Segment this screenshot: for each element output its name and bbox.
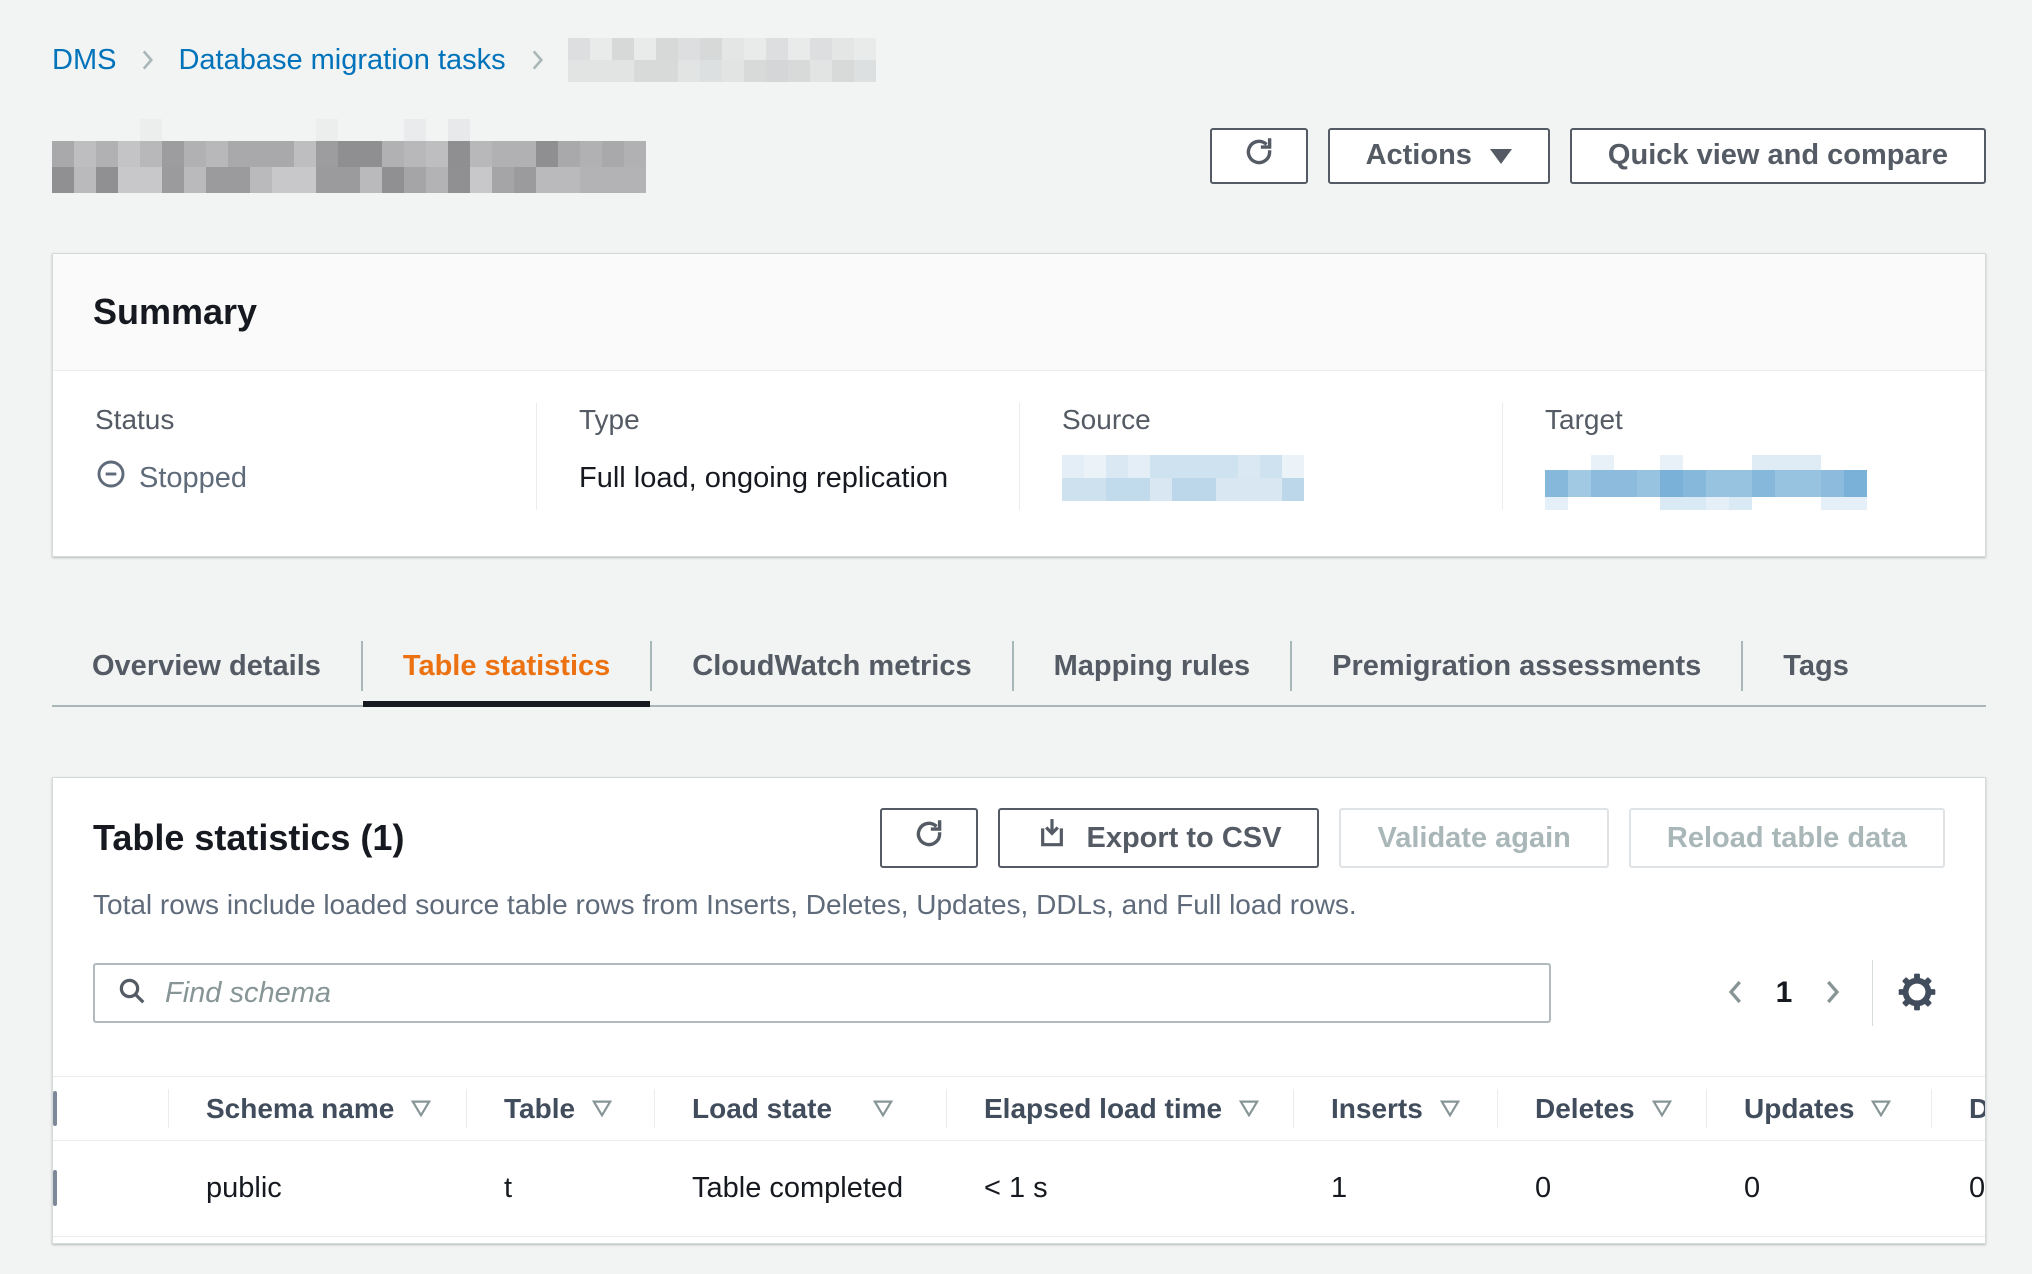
- sort-icon: [410, 1093, 432, 1125]
- quick-view-compare-button[interactable]: Quick view and compare: [1570, 128, 1986, 184]
- breadcrumb-link-dms[interactable]: DMS: [52, 44, 116, 77]
- previous-page-button[interactable]: [1712, 969, 1760, 1017]
- schema-search: [93, 963, 1551, 1023]
- row-checkbox[interactable]: [53, 1170, 57, 1206]
- chevron-left-icon: [1721, 977, 1751, 1010]
- validate-again-button[interactable]: Validate again: [1339, 808, 1608, 868]
- column-header-elapsed-load-time[interactable]: Elapsed load time: [946, 1077, 1293, 1141]
- summary-grid: Status Stopped Type Full load, ongoing r…: [53, 371, 1985, 556]
- settings-gear-button[interactable]: [1889, 965, 1945, 1021]
- summary-title: Summary: [93, 290, 1945, 334]
- table-statistics-table: Schema name Table Load state Elapse: [53, 1076, 1985, 1243]
- search-icon: [117, 976, 147, 1011]
- export-to-csv-label: Export to CSV: [1086, 822, 1281, 855]
- current-page-number: 1: [1760, 976, 1808, 1010]
- table-row: public t Table completed < 1 s 1 0 0 0: [53, 1141, 1986, 1237]
- pagination: 1: [1712, 960, 1945, 1026]
- summary-field-type: Type Full load, ongoing replication: [536, 403, 1019, 510]
- page-title-redacted: [52, 119, 646, 193]
- tab-bar: Overview details Table statistics CloudW…: [52, 627, 1986, 707]
- tab-cloudwatch-metrics[interactable]: CloudWatch metrics: [652, 627, 1011, 705]
- status-text: Stopped: [139, 461, 247, 495]
- sort-icon: [1870, 1093, 1892, 1125]
- refresh-button[interactable]: [1210, 128, 1308, 184]
- table-refresh-button[interactable]: [880, 808, 978, 868]
- table-statistics-description: Total rows include loaded source table r…: [93, 888, 1945, 922]
- gear-icon: [1895, 970, 1939, 1017]
- column-header-load-state[interactable]: Load state: [654, 1077, 946, 1141]
- column-header-ddls[interactable]: DDLs: [1931, 1077, 1986, 1141]
- refresh-icon: [1242, 135, 1276, 177]
- sort-icon: [1238, 1093, 1260, 1125]
- cell-schema-name: public: [168, 1141, 466, 1237]
- column-header-deletes[interactable]: Deletes: [1497, 1077, 1706, 1141]
- redaction-mosaic: [52, 141, 646, 193]
- sort-icon: [1651, 1093, 1673, 1125]
- cell-elapsed-load-time: < 1 s: [946, 1141, 1293, 1237]
- sort-icon: [591, 1093, 613, 1125]
- chevron-right-icon: [524, 47, 550, 73]
- header-actions: Actions Quick view and compare: [1210, 128, 1986, 184]
- summary-field-status: Status Stopped: [53, 403, 536, 510]
- chevron-right-icon: [134, 47, 160, 73]
- column-header-inserts[interactable]: Inserts: [1293, 1077, 1497, 1141]
- field-label: Source: [1062, 403, 1502, 437]
- refresh-icon: [912, 817, 946, 859]
- cell-table: t: [466, 1141, 654, 1237]
- export-to-csv-button[interactable]: Export to CSV: [998, 808, 1319, 868]
- page-header: Actions Quick view and compare: [52, 118, 1986, 193]
- summary-field-target: Target: [1502, 403, 1985, 510]
- search-input[interactable]: [163, 976, 1527, 1011]
- redaction-mosaic: [52, 119, 646, 141]
- table-statistics-panel: Table statistics (1) Export to CSV Valid…: [52, 777, 1986, 1244]
- column-header-updates[interactable]: Updates: [1706, 1077, 1931, 1141]
- column-header-schema-name[interactable]: Schema name: [168, 1077, 466, 1141]
- field-label: Type: [579, 403, 1019, 437]
- stopped-icon: [95, 458, 127, 498]
- tab-tags[interactable]: Tags: [1743, 627, 1889, 705]
- tab-overview-details[interactable]: Overview details: [52, 627, 361, 705]
- field-label: Target: [1545, 403, 1985, 437]
- tab-table-statistics[interactable]: Table statistics: [363, 627, 650, 705]
- sort-icon: [872, 1093, 894, 1125]
- status-badge: Stopped: [95, 455, 536, 501]
- cell-inserts: 1: [1293, 1141, 1497, 1237]
- summary-panel-header: Summary: [53, 254, 1985, 371]
- tab-premigration-assessments[interactable]: Premigration assessments: [1292, 627, 1741, 705]
- tab-mapping-rules[interactable]: Mapping rules: [1014, 627, 1291, 705]
- cell-ddls: 0: [1931, 1141, 1986, 1237]
- reload-table-data-button[interactable]: Reload table data: [1629, 808, 1945, 868]
- select-all-checkbox[interactable]: [53, 1091, 57, 1126]
- summary-panel: Summary Status Stopped Type Full load, o…: [52, 253, 1986, 557]
- cell-deletes: 0: [1497, 1141, 1706, 1237]
- table-statistics-title: Table statistics (1): [93, 816, 404, 860]
- caret-down-icon: [1490, 139, 1512, 172]
- breadcrumb: DMS Database migration tasks: [52, 38, 1986, 82]
- table-header-row: Schema name Table Load state Elapse: [53, 1077, 1986, 1141]
- actions-menu-label: Actions: [1366, 139, 1472, 172]
- table-statistics-actions: Export to CSV Validate again Reload tabl…: [880, 808, 1945, 868]
- column-header-table[interactable]: Table: [466, 1077, 654, 1141]
- source-redacted-link[interactable]: [1062, 455, 1304, 501]
- target-redacted-link[interactable]: [1545, 455, 1867, 510]
- cell-updates: 0: [1706, 1141, 1931, 1237]
- download-icon: [1036, 818, 1068, 858]
- chevron-right-icon: [1817, 977, 1847, 1010]
- breadcrumb-link-migration-tasks[interactable]: Database migration tasks: [178, 44, 505, 77]
- summary-field-source: Source: [1019, 403, 1502, 510]
- cell-load-state: Table completed: [654, 1141, 946, 1237]
- field-label: Status: [95, 403, 536, 437]
- dms-task-page: DMS Database migration tasks Actions: [0, 0, 2032, 1244]
- toolbar-divider: [1872, 960, 1873, 1026]
- sort-icon: [1439, 1093, 1461, 1125]
- next-page-button[interactable]: [1808, 969, 1856, 1017]
- breadcrumb-redacted-task-name: [568, 38, 876, 82]
- type-value: Full load, ongoing replication: [579, 455, 1019, 501]
- actions-menu-button[interactable]: Actions: [1328, 128, 1550, 184]
